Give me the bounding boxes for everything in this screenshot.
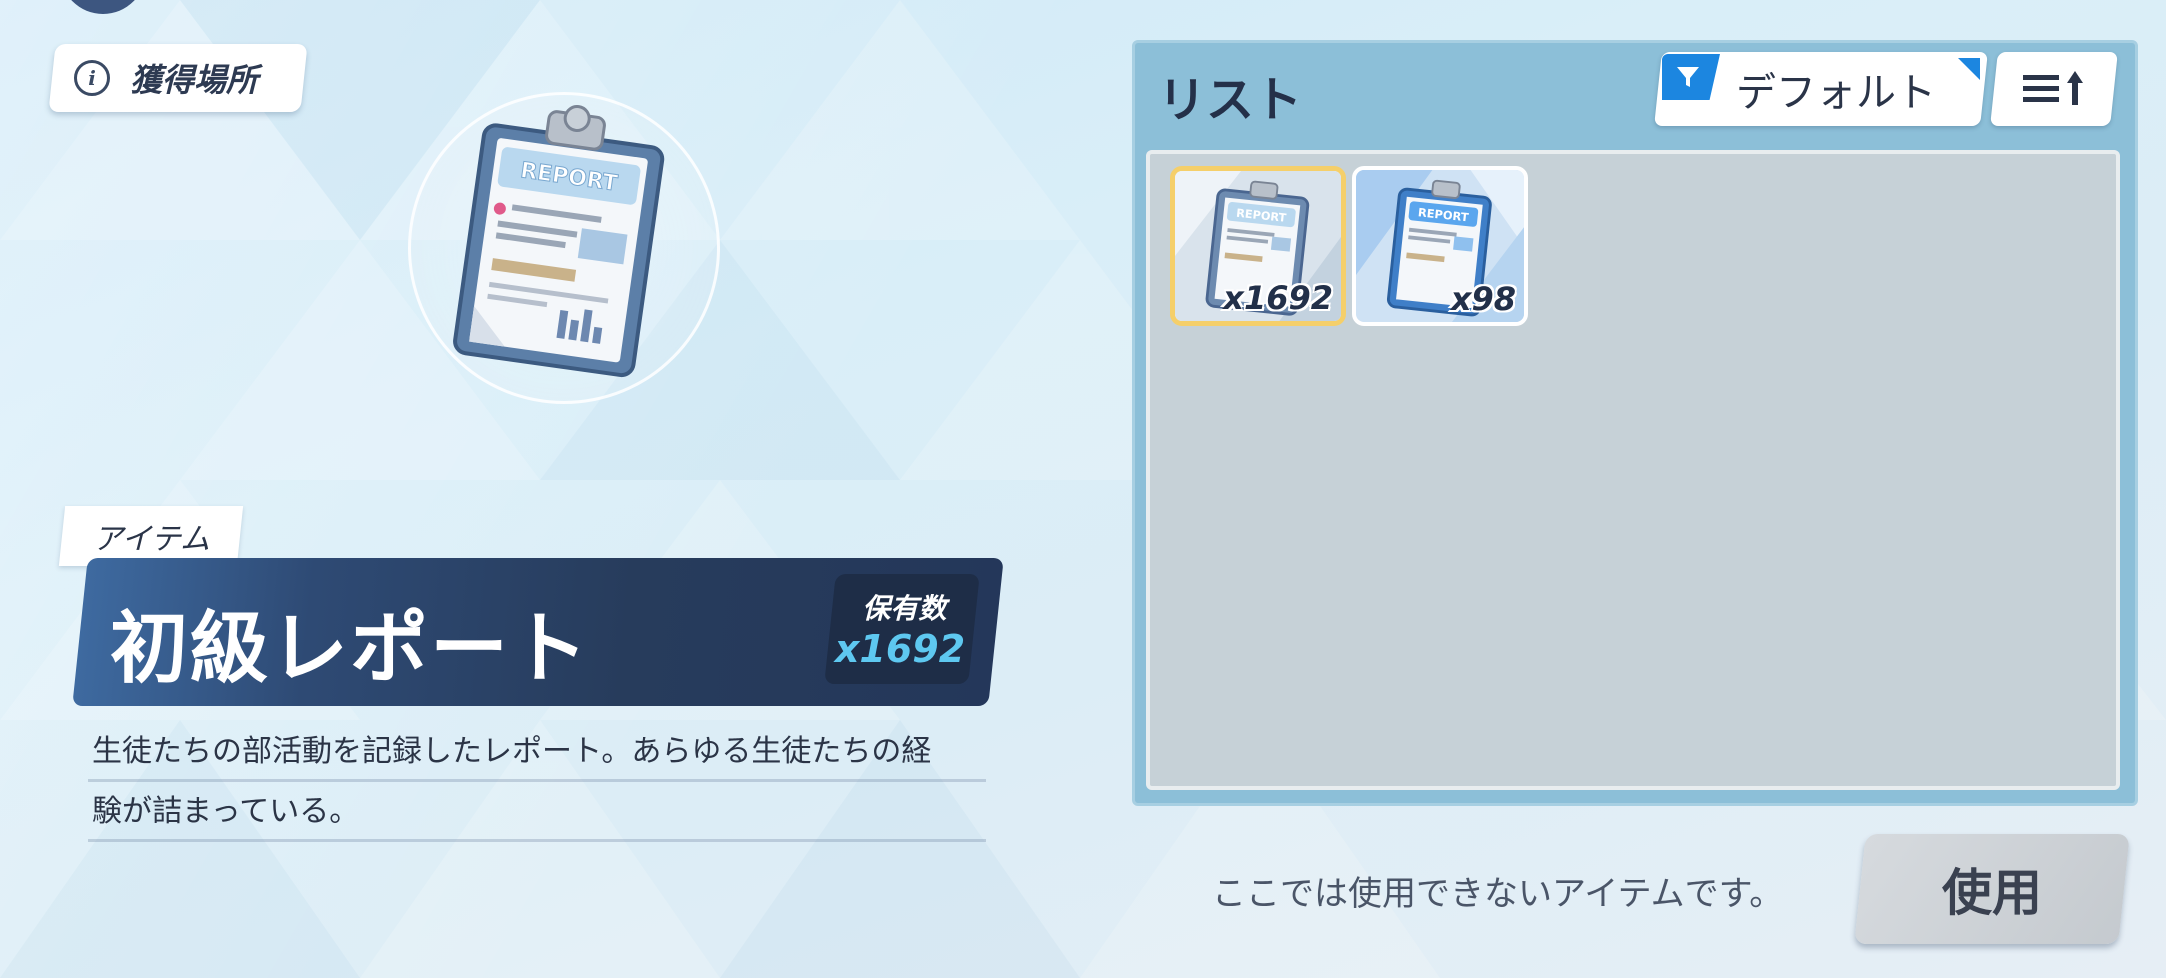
report-clipboard-icon: REPORT (453, 105, 665, 378)
item-category-label: アイテム (92, 522, 210, 557)
item-description: 生徒たちの部活動を記録したレポート。あらゆる生徒たちの経 験が詰まっている。 (88, 722, 986, 842)
status-message: ここでは使用できないアイテムです。 (1212, 874, 1784, 914)
list-title: リスト (1158, 72, 1303, 128)
item-name: 初級レポート (110, 604, 591, 694)
sort-ascending-icon (2023, 71, 2083, 105)
owned-count-box: 保有数 x1692 (824, 574, 980, 684)
item-description-line: 生徒たちの部活動を記録したレポート。あらゆる生徒たちの経 (88, 722, 986, 782)
use-button-label: 使用 (1942, 864, 2042, 922)
acquisition-source-label: 獲得場所 (130, 61, 259, 99)
list-item-card[interactable]: REPORT x1692 (1170, 166, 1346, 326)
list-item-card[interactable]: REPORT x98 (1352, 166, 1528, 326)
acquisition-source-button[interactable]: i 獲得場所 (48, 44, 308, 112)
list-item-count: x98 (1450, 280, 1516, 318)
item-category-tag: アイテム (58, 506, 244, 566)
info-icon: i (74, 60, 110, 96)
owned-count-value: x1692 (834, 627, 966, 671)
owned-count-label: 保有数 (862, 592, 947, 625)
sort-order-button[interactable] (1990, 52, 2118, 126)
filter-label: デフォルト (1736, 70, 1936, 116)
use-button[interactable]: 使用 (1854, 834, 2130, 944)
profile-corner-badge[interactable] (60, 0, 146, 14)
list-item-count: x1692 (1223, 279, 1333, 317)
item-description-line: 験が詰まっている。 (88, 782, 986, 842)
